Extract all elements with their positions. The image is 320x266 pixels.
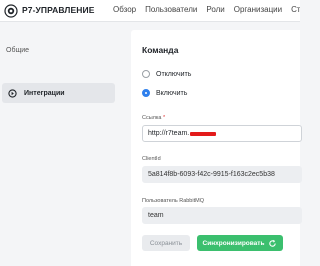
sync-button-label: Синхронизировать <box>202 239 265 247</box>
client-id-field: 5a814f8b-6093-f42c-9915-f163c2ec5b38 <box>142 166 302 183</box>
client-id-label: ClientId <box>142 156 161 162</box>
nav-statistics[interactable]: Статистика <box>291 5 300 14</box>
save-button[interactable]: Сохранить <box>142 235 190 251</box>
radio-label-disable: Отключить <box>156 70 192 78</box>
nav-roles[interactable]: Роли <box>206 5 224 14</box>
sidebar-item-label: Интеграции <box>24 89 65 97</box>
save-button-label: Сохранить <box>149 239 183 247</box>
integration-icon <box>8 88 17 98</box>
main-panel: Команда Отключить Включить Ссылка * http… <box>131 30 302 266</box>
sidebar-section-general: Общие <box>6 47 30 54</box>
sidebar: Общие Интеграции <box>0 22 128 266</box>
link-label: Ссылка * <box>142 115 165 121</box>
radio-button-enable[interactable] <box>142 89 150 97</box>
top-nav: Обзор Пользователи Роли Организации Стат… <box>113 5 300 14</box>
r7-logo-icon <box>4 4 18 18</box>
radio-button-disable[interactable] <box>142 70 150 78</box>
top-bar: Р7-УПРАВЛЕНИЕ Обзор Пользователи Роли Ор… <box>0 0 300 22</box>
rabbitmq-user-label: Пользователь RabbitMQ <box>142 198 204 204</box>
radio-enable[interactable]: Включить <box>142 89 187 97</box>
radio-disable[interactable]: Отключить <box>142 70 191 78</box>
link-label-text: Ссылка <box>142 115 162 121</box>
redaction-mark <box>190 131 217 136</box>
link-input[interactable]: http://r7team. <box>142 125 302 142</box>
sync-button[interactable]: Синхронизировать <box>197 235 283 251</box>
radio-label-enable: Включить <box>156 89 188 97</box>
rabbitmq-user-value: team <box>148 212 164 219</box>
section-title: Команда <box>142 45 179 55</box>
nav-organizations[interactable]: Организации <box>234 5 282 14</box>
sidebar-item-integrations[interactable]: Интеграции <box>2 83 115 103</box>
nav-users[interactable]: Пользователи <box>145 5 197 14</box>
required-mark: * <box>163 115 166 121</box>
link-input-value: http://r7team. <box>148 130 190 137</box>
nav-overview[interactable]: Обзор <box>113 5 136 14</box>
sync-icon <box>268 239 277 248</box>
client-id-value: 5a814f8b-6093-f42c-9915-f163c2ec5b38 <box>148 171 275 178</box>
brand-title: Р7-УПРАВЛЕНИЕ <box>22 5 95 15</box>
rabbitmq-user-field: team <box>142 207 302 224</box>
